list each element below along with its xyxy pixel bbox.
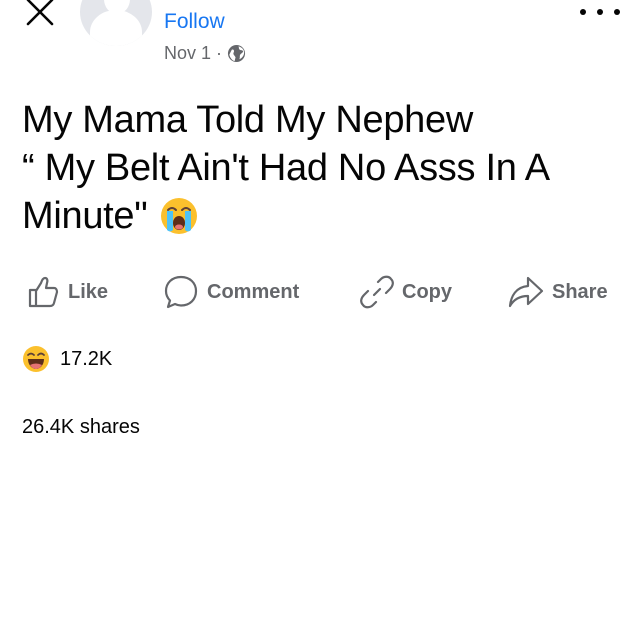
thumbs-up-icon	[28, 276, 59, 308]
close-button[interactable]	[22, 0, 58, 30]
post-meta: Nov 1 ·	[164, 43, 246, 64]
laughing-face-emoji-icon	[23, 346, 49, 372]
post-text-line: “ My Belt Ain't Had No Asss In A	[22, 147, 550, 189]
link-icon	[360, 275, 394, 309]
post-text: My Mama Told My Nephew “ My Belt Ain't H…	[22, 96, 622, 240]
post-text-line: My Mama Told My Nephew	[22, 99, 473, 141]
post-actions-bar: Like Comment Copy Share	[0, 270, 640, 314]
more-options-button[interactable]	[580, 2, 620, 22]
more-dot-icon	[614, 9, 620, 15]
share-arrow-icon	[508, 276, 544, 308]
post-date: Nov 1	[164, 43, 212, 63]
post-text-line-last: Minute"	[22, 192, 622, 240]
follow-button[interactable]: Follow	[164, 10, 225, 34]
like-label: Like	[68, 280, 109, 303]
share-button[interactable]: Share	[508, 270, 608, 314]
avatar-silhouette-body	[90, 10, 142, 46]
copy-label: Copy	[402, 280, 452, 303]
copy-link-button[interactable]: Copy	[360, 270, 452, 314]
comment-bubble-icon	[164, 275, 198, 309]
share-label: Share	[552, 280, 608, 303]
globe-icon	[227, 44, 246, 63]
meta-separator: ·	[216, 43, 223, 63]
crying-face-emoji-icon	[161, 198, 198, 234]
more-dot-icon	[597, 9, 603, 15]
like-button[interactable]: Like	[26, 270, 108, 314]
avatar[interactable]	[80, 0, 152, 46]
shares-count[interactable]: 26.4K shares	[22, 416, 140, 439]
more-dot-icon	[580, 9, 586, 15]
comment-button[interactable]: Comment	[163, 270, 299, 314]
close-icon	[26, 0, 54, 26]
post-text-line: Minute"	[22, 195, 148, 237]
post-page: Follow Nov 1 · My Mama Told My Nephew “ …	[0, 0, 640, 640]
reaction-count: 17.2K	[60, 347, 113, 370]
reactions-summary[interactable]: 17.2K	[22, 345, 112, 373]
comment-label: Comment	[207, 280, 300, 303]
